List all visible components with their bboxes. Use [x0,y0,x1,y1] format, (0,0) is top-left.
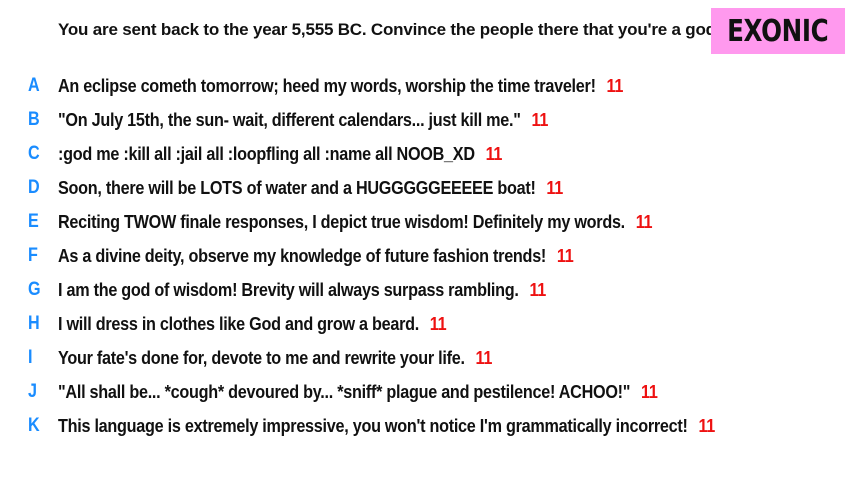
word-count: 11 [485,143,503,164]
response-letter: H [28,313,40,334]
response-row: C :god me :kill all :jail all :loopfling… [0,139,853,169]
response-row: K This language is extremely impressive,… [0,411,853,441]
word-count: 11 [641,381,658,402]
response-row: H I will dress in clothes like God and g… [0,309,853,339]
response-text-body: :god me :kill all :jail all :loopfling a… [58,143,475,164]
response-text-body: Your fate's done for, devote to me and r… [58,347,465,368]
response-text: Reciting TWOW finale responses, I depict… [58,211,653,233]
word-count: 11 [529,279,547,300]
response-text: Soon, there will be LOTS of water and a … [58,178,563,199]
response-text: As a divine deity, observe my knowledge … [58,245,574,267]
response-row: J "All shall be... *cough* devoured by..… [0,377,853,407]
word-count: 11 [698,415,716,436]
response-text: I will dress in clothes like God and gro… [58,313,447,335]
response-letter: K [28,415,40,436]
response-text-body: This language is extremely impressive, y… [58,415,688,436]
word-count: 11 [475,347,493,368]
response-row: G I am the god of wisdom! Brevity will a… [0,275,853,305]
response-letter: J [28,381,37,402]
response-letter: I [28,347,33,368]
prompt-text: You are sent back to the year 5,555 BC. … [58,20,721,39]
response-text-body: "On July 15th, the sun- wait, different … [58,109,521,130]
response-letter: A [28,75,40,96]
word-count: 11 [635,211,653,232]
response-text: An eclipse cometh tomorrow; heed my word… [58,76,623,97]
response-letter: D [28,177,40,198]
response-text-body: "All shall be... *cough* devoured by... … [58,381,631,402]
response-text: Your fate's done for, devote to me and r… [58,348,492,369]
response-text-body: I am the god of wisdom! Brevity will alw… [58,279,519,300]
response-text-body: An eclipse cometh tomorrow; heed my word… [58,75,596,96]
response-letter: G [28,279,41,300]
response-letter: F [28,245,38,266]
response-text: "On July 15th, the sun- wait, different … [58,110,548,131]
response-letter: C [28,143,40,164]
word-count: 11 [429,313,447,334]
response-text: This language is extremely impressive, y… [58,416,715,437]
response-text: "All shall be... *cough* devoured by... … [58,382,658,403]
word-count: 11 [606,75,624,96]
word-count: 11 [546,177,563,198]
response-text: :god me :kill all :jail all :loopfling a… [58,144,502,165]
word-count: 11 [556,245,574,266]
response-text-body: Reciting TWOW finale responses, I depict… [58,211,625,232]
response-text-body: Soon, there will be LOTS of water and a … [58,177,536,198]
word-count: 11 [531,109,549,130]
response-row: A An eclipse cometh tomorrow; heed my wo… [0,71,853,101]
response-letter: E [28,211,39,232]
response-text-body: I will dress in clothes like God and gro… [58,313,419,334]
response-row: I Your fate's done for, devote to me and… [0,343,853,373]
response-text: I am the god of wisdom! Brevity will alw… [58,280,546,301]
response-row: F As a divine deity, observe my knowledg… [0,241,853,271]
response-row: D Soon, there will be LOTS of water and … [0,173,853,203]
response-letter: B [28,109,40,130]
response-row: B "On July 15th, the sun- wait, differen… [0,105,853,135]
response-row: E Reciting TWOW finale responses, I depi… [0,207,853,237]
response-text-body: As a divine deity, observe my knowledge … [58,245,547,266]
contestant-name: EXONIC [727,13,829,49]
contestant-badge: EXONIC [711,8,845,54]
